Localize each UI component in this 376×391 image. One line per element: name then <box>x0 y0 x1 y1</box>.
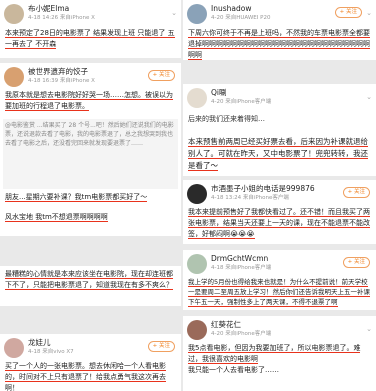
avatar[interactable] <box>187 254 207 274</box>
post-card: 本来预售前两周已经买好票去看，后来因为补课就退给别人了。可就在昨天，又中电影票了… <box>183 134 376 176</box>
post-card: 最糟糕的心情就是本来应该坐在电影院，现在却连班都下不了，只能把电影票退了，知道我… <box>0 266 181 306</box>
post-card: Inushadow 4-20 来自HUAWEI P20 + 关注 ⌄ 下周六你可… <box>183 0 376 60</box>
chevron-down-icon[interactable]: ⌄ <box>366 92 372 102</box>
post-text: 我本来提前预售好了我都快看过了。还不错！而且我买了两张电影票，结果当天还要上一天… <box>188 208 370 239</box>
avatar[interactable] <box>4 67 24 87</box>
post-text: 买了一个人的一张电影票。想去休闲哈一个人看电影的，时间对不上只有退票了！给我点勇… <box>5 362 166 391</box>
post-text: 最糟糕的心情就是本来应该坐在电影院，现在却连班都下不了，只能把电影票退了，知道我… <box>5 270 173 290</box>
follow-button[interactable]: + 关注 <box>147 341 175 352</box>
username[interactable]: DrmGchtWcmn <box>211 254 268 264</box>
post-text: 我上学的5月份也得给我来也就是！为什么不提前说！前天学校一是要周二至周五放上学习… <box>188 278 370 307</box>
post-card: 龙娃儿 4-18 来自vivo X7 + 关注 买了一个人的一张电影票。想去休闲… <box>0 334 181 391</box>
post-text: 本来预售前两周已经买好票去看，后来因为补课就退给别人了。可就在昨天，又中电影票了… <box>188 137 368 171</box>
post-card: Qi唰 4-20 来自iPhone客户端 ⌄ 后来的我们还来着得知… <box>183 84 376 134</box>
post-text: 我原本就是想去电影院好好哭一场……怎想。被误以为要加班的行程退了电影票。 <box>5 91 173 111</box>
post-text: 后来的我们还来着得知… <box>188 115 265 123</box>
avatar[interactable] <box>187 88 207 108</box>
chevron-down-icon[interactable]: ⌄ <box>366 8 372 18</box>
post-text: 本来预定了28日的电影票了 结果发现上班 只能退了 五一再去了 不开森 <box>5 29 175 49</box>
username[interactable]: 龙娃儿 <box>28 338 51 348</box>
username[interactable]: Inushadow <box>211 4 251 14</box>
post-text: 朋友...星期六要补课？我tm电影票都买好了～ <box>5 193 148 202</box>
post-card: 被世界遗弃的饺子 4-18 16:39 来自iPhone X + 关注 我原本就… <box>0 63 181 190</box>
post-text: 我5点看电影，但因为我要加班了，所以电影票退了。难过，我很喜欢的电影啊 <box>188 344 361 364</box>
post-card: DrmGchtWcmn 4-18 来自iPhone客户端 + 关注 我上学的5月… <box>183 250 376 310</box>
post-meta: 4-18 16:39 来自iPhone X <box>28 78 95 84</box>
post-meta: 4-20 来自iPhone客户端 <box>211 99 272 105</box>
post-card: 布小妮Elma 4-18 14:26 来自iPhone X ⌄ 本来预定了28日… <box>0 0 181 58</box>
quoted-text: @电影鉴赏 ...结果买了 28 个号...吧！然后她们还说我们的电影票，还说退… <box>5 122 174 147</box>
chevron-down-icon[interactable]: ⌄ <box>171 8 177 18</box>
follow-button[interactable]: + 关注 <box>342 257 370 268</box>
follow-button[interactable]: + 关注 <box>334 7 362 18</box>
post-meta: 4-18 来自vivo X7 <box>28 349 74 355</box>
post-meta: 4-20 来自HUAWEI P20 <box>211 15 271 21</box>
post-meta: 4-18 14:26 来自iPhone X <box>28 15 95 21</box>
avatar[interactable] <box>4 4 24 24</box>
username[interactable]: 被世界遗弃的饺子 <box>28 67 88 77</box>
post-card: 朋友...星期六要补课？我tm电影票都买好了～ 风水宝地 我tm不想退票啊啊啊啊 <box>0 190 181 236</box>
username[interactable]: 红葵花仁 <box>211 320 241 330</box>
avatar[interactable] <box>187 184 207 204</box>
post-card: 红葵花仁 4-20 来自iPhone客户端 ⌄ 我5点看电影，但因为我要加班了，… <box>183 316 376 391</box>
username[interactable]: Qi唰 <box>211 88 227 98</box>
post-card: 市酒墨子小姐的电话是999876 4-18 13:24 来自iPhone客户端 … <box>183 180 376 244</box>
post-text: 我只能一个人去看电影了…… <box>188 366 279 374</box>
post-text: 风水宝地 我tm不想退票啊啊啊啊 <box>5 213 108 222</box>
username[interactable]: 布小妮Elma <box>28 4 69 14</box>
post-meta: 4-18 来自iPhone客户端 <box>211 265 272 271</box>
post-text: 下周六你可终于不再是上班吗，不然我的车票电影票全都要退掉啊啊啊啊啊啊啊啊啊啊啊啊… <box>188 29 370 60</box>
post-meta: 4-20 来自iPhone客户端 <box>211 331 272 337</box>
username[interactable]: 市酒墨子小姐的电话是999876 <box>211 184 315 194</box>
avatar[interactable] <box>187 320 207 340</box>
follow-button[interactable]: + 关注 <box>342 187 370 198</box>
chevron-down-icon[interactable]: ⌄ <box>366 324 372 334</box>
post-meta: 4-18 13:24 来自iPhone客户端 <box>211 195 289 201</box>
avatar[interactable] <box>187 4 207 24</box>
avatar[interactable] <box>4 338 24 358</box>
follow-button[interactable]: + 关注 <box>147 70 175 81</box>
